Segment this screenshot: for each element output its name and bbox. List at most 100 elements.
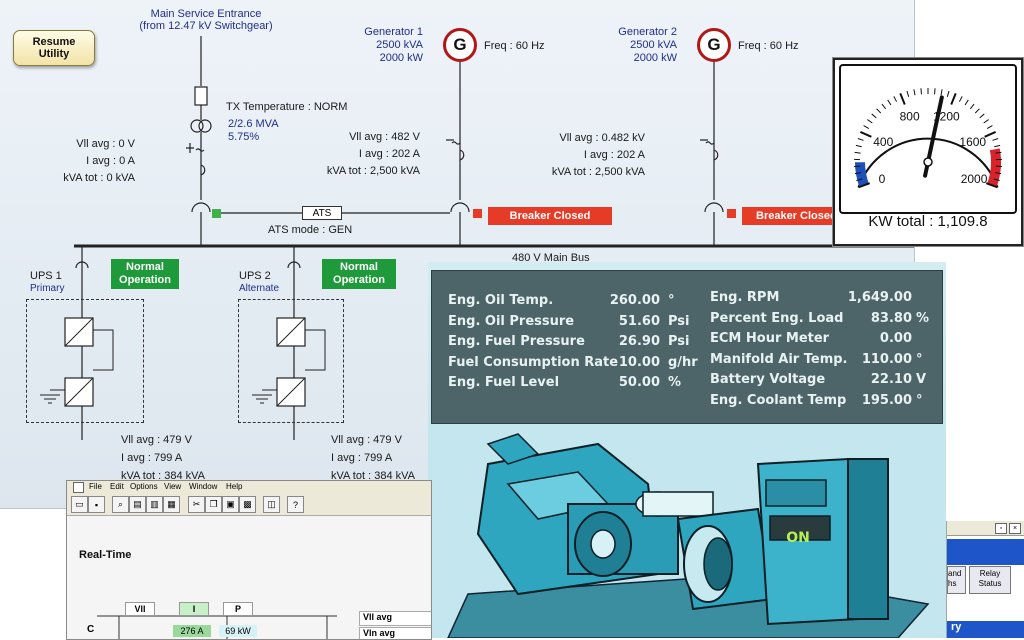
engine-param-unit: % [916,311,929,326]
gen2-current: I avg : 202 A [535,149,645,162]
engine-param-value: 1,649.00 [832,290,912,305]
copy-icon[interactable]: ❐ [205,496,222,513]
ups1-current: I avg : 799 A [121,452,182,465]
engine-param-unit: ° [916,352,923,367]
gauge-tick [860,132,871,137]
engine-param-label: Eng. Oil Temp. [448,293,553,308]
ups2-box[interactable] [238,299,344,423]
gen2-vll: Vll avg : 0.482 kV [535,132,645,145]
engine-param-value: 10.00 [598,355,660,370]
relay-title-bar: ▫ × [947,521,1024,536]
gauge-tick [864,126,869,129]
gauge-tick [994,145,1000,146]
ups1-role: Primary [30,282,64,295]
partial-button[interactable]: and hs [947,566,966,594]
menu-view[interactable]: View [164,482,181,491]
relay-window: ▫ × and hs Relay Status ry [946,521,1024,638]
column-i[interactable]: I [179,602,209,616]
column-p[interactable]: P [223,602,253,616]
real-time-title: Real-Time [79,549,131,561]
engine-param-value: 260.00 [598,293,660,308]
chart-icon[interactable]: ▦ [163,496,180,513]
gauge-tick [872,114,877,118]
close-icon[interactable]: × [1009,523,1021,534]
view2-icon[interactable]: ▥ [146,496,163,513]
gen2-frequency: Freq : 60 Hz [738,40,799,53]
gauge-tick [855,152,861,153]
engine-param-label: Battery Voltage [710,372,825,387]
real-time-window: File Edit Options View Window Help ▭ ▪ ⌕… [66,480,432,640]
engine-param-value: 110.00 [832,352,912,367]
engine-param-value: 51.60 [598,314,660,329]
gauge-tick [970,104,974,109]
gauge-tick-label: 1600 [959,135,986,149]
window-icon[interactable]: ◫ [263,496,280,513]
engine-param-value: 22.10 [832,372,912,387]
ats-box[interactable]: ATS [302,206,342,220]
gauge-tick [985,132,996,137]
engine-param-unit: ° [916,393,923,408]
gen2-kva-total: kVA tot : 2,500 kVA [515,166,645,179]
tx-temperature: TX Temperature : NORM [226,101,347,114]
gauge-tick-label: 0 [879,172,886,186]
paste-icon[interactable]: ▣ [222,496,239,513]
ups2-role: Alternate [239,282,279,295]
engine-param-value: 26.90 [598,334,660,349]
engine-param-label: Percent Eng. Load [710,311,843,326]
ups2-status[interactable]: Normal Operation [322,259,396,289]
relay-status-button[interactable]: Relay Status [969,566,1011,594]
app-icon[interactable] [73,482,84,493]
zoom-icon[interactable]: ⌕ [112,496,129,513]
gauge-tick-label: 2000 [961,172,988,186]
gauge-dial: 0400800120016002000 [841,66,1015,212]
ups2-current: I avg : 799 A [331,452,392,465]
resume-utility-button[interactable]: Resume Utility [13,30,95,66]
utility-kva: kVA tot : 0 kVA [30,172,135,185]
gauge-tick [900,93,904,104]
row-c-label: C [87,624,94,635]
gen1-vll: Vll avg : 482 V [300,131,420,144]
help-icon[interactable]: ? [287,496,304,513]
gen2-name: Generator 2 [594,26,677,39]
gen1-kw: 2000 kW [340,52,423,65]
engine-param-value: 83.80 [832,311,912,326]
menu-file[interactable]: File [89,482,102,491]
relay-footer-label: ry [947,621,1024,638]
main-service-subtitle: (from 12.47 kV Switchgear) [132,20,280,33]
gauge-tick [984,120,989,123]
menu-edit[interactable]: Edit [110,482,124,491]
engine-on-indicator: ON [770,528,826,548]
power-value: 69 kW [219,625,257,637]
cut-icon[interactable]: ✂ [188,496,205,513]
grid-icon[interactable]: ▩ [239,496,256,513]
open-folder-icon[interactable]: ▭ [71,496,88,513]
gauge-tick [914,89,915,95]
gen1-name: Generator 1 [340,26,423,39]
engine-param-value: 50.00 [598,375,660,390]
view1-icon[interactable]: ▤ [129,496,146,513]
generator-2-icon[interactable]: G [697,28,731,62]
ups1-box[interactable] [26,299,144,423]
current-value: 276 A [173,625,211,637]
restore-icon[interactable]: ▫ [995,523,1007,534]
utility-vll: Vll avg : 0 V [30,138,135,151]
gauge-tick [941,89,942,95]
gauge-tick [921,88,922,94]
gauge-tick [882,104,886,109]
menu-bar: File Edit Options View Window Help [67,481,431,493]
kw-total-gauge: 0400800120016002000 KW total : 1,109.8 [833,58,1023,246]
menu-options[interactable]: Options [130,482,158,491]
engine-param-label: ECM Hour Meter [710,331,829,346]
engine-param-value: 0.00 [832,331,912,346]
engine-param-label: Fuel Consumption Rate [448,355,618,370]
menu-help[interactable]: Help [226,482,242,491]
generator-1-icon[interactable]: G [443,28,477,62]
save-icon[interactable]: ▪ [88,496,105,513]
breaker-1-status[interactable]: Breaker Closed [488,207,612,225]
gauge-tick [856,145,862,146]
gauge-tick [858,139,864,141]
menu-window[interactable]: Window [189,482,217,491]
gauge-hub [924,158,932,166]
column-vll[interactable]: Vll [125,602,155,616]
ups1-status[interactable]: Normal Operation [111,259,179,289]
